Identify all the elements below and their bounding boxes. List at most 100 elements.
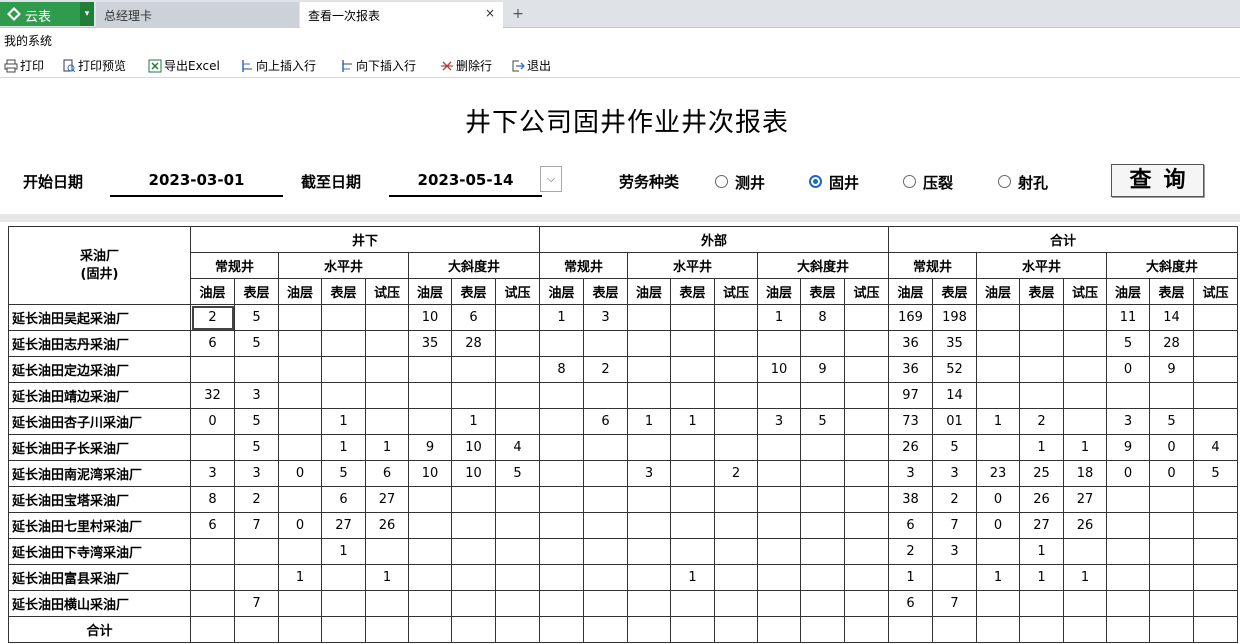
grid-cell[interactable] xyxy=(1106,590,1150,617)
grid-cell[interactable] xyxy=(757,512,801,539)
grid-cell[interactable]: 18 xyxy=(1063,460,1107,487)
grid-cell[interactable] xyxy=(408,382,452,409)
app-menu-button[interactable]: 云表 ▾ xyxy=(0,2,94,26)
row-factory-name[interactable]: 延长油田富县采油厂 xyxy=(8,564,191,591)
grid-cell[interactable] xyxy=(1063,538,1107,565)
row-factory-name[interactable]: 延长油田志丹采油厂 xyxy=(8,330,191,357)
grid-cell[interactable]: 1 xyxy=(365,434,409,461)
grid-cell[interactable] xyxy=(627,538,671,565)
grid-cell[interactable] xyxy=(670,382,715,409)
grid-cell[interactable] xyxy=(408,486,452,513)
table-row[interactable]: 延长油田定边采油厂 8 2 10 9 36 52 0 9 xyxy=(8,356,1238,383)
total-cell[interactable] xyxy=(888,616,933,643)
grid-cell[interactable]: 3 xyxy=(190,460,235,487)
grid-cell[interactable]: 8 xyxy=(800,304,845,331)
grid-cell[interactable] xyxy=(1106,486,1150,513)
grid-cell[interactable] xyxy=(539,382,584,409)
grid-cell[interactable]: 0 xyxy=(1106,356,1150,383)
print-button[interactable]: 打印 xyxy=(2,57,44,75)
grid-cell[interactable]: 1 xyxy=(670,564,715,591)
grid-cell[interactable]: 0 xyxy=(190,408,235,435)
grid-cell[interactable]: 5 xyxy=(234,330,279,357)
grid-cell[interactable]: 1 xyxy=(757,304,801,331)
grid-cell[interactable] xyxy=(234,538,279,565)
grid-cell[interactable] xyxy=(365,538,409,565)
grid-cell[interactable] xyxy=(190,434,235,461)
grid-cell[interactable] xyxy=(539,460,584,487)
grid-cell[interactable]: 5 xyxy=(234,304,279,331)
grid-cell[interactable] xyxy=(670,590,715,617)
grid-cell[interactable] xyxy=(495,538,540,565)
grid-cell[interactable]: 7 xyxy=(932,590,977,617)
grid-cell[interactable] xyxy=(714,564,758,591)
grid-cell[interactable] xyxy=(670,486,715,513)
grid-cell[interactable] xyxy=(1063,408,1107,435)
grid-cell[interactable]: 6 xyxy=(451,304,496,331)
grid-cell[interactable] xyxy=(976,304,1020,331)
grid-cell[interactable]: 1 xyxy=(1063,434,1107,461)
grid-cell[interactable]: 52 xyxy=(932,356,977,383)
grid-cell[interactable] xyxy=(539,512,584,539)
grid-cell[interactable] xyxy=(800,564,845,591)
grid-cell[interactable]: 3 xyxy=(627,460,671,487)
grid-cell[interactable]: 6 xyxy=(888,590,933,617)
grid-cell[interactable] xyxy=(278,590,322,617)
grid-cell[interactable] xyxy=(757,382,801,409)
grid-cell[interactable] xyxy=(495,408,540,435)
grid-cell[interactable] xyxy=(1106,538,1150,565)
app-dropdown-icon[interactable]: ▾ xyxy=(80,2,94,26)
grid-cell[interactable] xyxy=(539,408,584,435)
grid-cell[interactable] xyxy=(714,408,758,435)
grid-cell[interactable] xyxy=(278,486,322,513)
grid-cell[interactable]: 73 xyxy=(888,408,933,435)
grid-cell[interactable] xyxy=(539,590,584,617)
grid-cell[interactable]: 1 xyxy=(976,564,1020,591)
grid-cell[interactable] xyxy=(1149,538,1194,565)
grid-cell[interactable] xyxy=(1193,538,1238,565)
grid-cell[interactable]: 3 xyxy=(234,382,279,409)
grid-cell[interactable] xyxy=(408,512,452,539)
grid-cell[interactable]: 26 xyxy=(1063,512,1107,539)
grid-cell[interactable] xyxy=(321,356,366,383)
grid-cell[interactable] xyxy=(627,382,671,409)
grid-cell[interactable] xyxy=(844,460,889,487)
table-row[interactable]: 延长油田杏子川采油厂 0 5 1 1 6 1 1 3 5 73 01 1 2 3 5 xyxy=(8,408,1238,435)
grid-cell[interactable]: 1 xyxy=(1019,538,1064,565)
grid-cell[interactable] xyxy=(365,330,409,357)
grid-cell[interactable]: 5 xyxy=(321,460,366,487)
tab-report-view[interactable]: 查看一次报表 × xyxy=(300,2,503,28)
grid-cell[interactable]: 28 xyxy=(1149,330,1194,357)
grid-cell[interactable] xyxy=(627,434,671,461)
grid-cell[interactable] xyxy=(1063,590,1107,617)
grid-cell[interactable]: 1 xyxy=(321,408,366,435)
exit-button[interactable]: 退出 xyxy=(509,57,551,75)
grid-cell[interactable] xyxy=(1149,564,1194,591)
row-factory-name[interactable]: 延长油田七里村采油厂 xyxy=(8,512,191,539)
grid-cell[interactable] xyxy=(583,434,628,461)
grid-cell[interactable] xyxy=(1193,382,1238,409)
table-row[interactable]: 延长油田南泥湾采油厂 3 3 0 5 6 10 10 5 3 2 3 3 23 25 18 0 0 5 xyxy=(8,460,1238,487)
grid-cell[interactable]: 9 xyxy=(1106,434,1150,461)
grid-cell[interactable]: 3 xyxy=(888,460,933,487)
grid-cell[interactable]: 7 xyxy=(234,590,279,617)
total-cell[interactable] xyxy=(1019,616,1064,643)
total-cell[interactable] xyxy=(583,616,628,643)
grid-cell[interactable]: 3 xyxy=(234,460,279,487)
grid-cell[interactable] xyxy=(583,330,628,357)
grid-cell[interactable]: 0 xyxy=(1149,460,1194,487)
grid-cell[interactable]: 5 xyxy=(495,460,540,487)
grid-cell[interactable] xyxy=(539,486,584,513)
grid-cell[interactable] xyxy=(627,330,671,357)
grid-cell[interactable] xyxy=(408,356,452,383)
grid-cell[interactable] xyxy=(844,538,889,565)
grid-cell[interactable]: 0 xyxy=(1106,460,1150,487)
grid-cell[interactable]: 10 xyxy=(408,460,452,487)
grid-cell[interactable]: 27 xyxy=(1019,512,1064,539)
grid-cell[interactable] xyxy=(844,304,889,331)
grid-cell[interactable]: 26 xyxy=(365,512,409,539)
total-cell[interactable] xyxy=(278,616,322,643)
grid-cell[interactable] xyxy=(1019,590,1064,617)
grid-cell[interactable] xyxy=(278,356,322,383)
grid-cell[interactable] xyxy=(670,434,715,461)
query-button[interactable]: 查询 xyxy=(1111,164,1204,197)
